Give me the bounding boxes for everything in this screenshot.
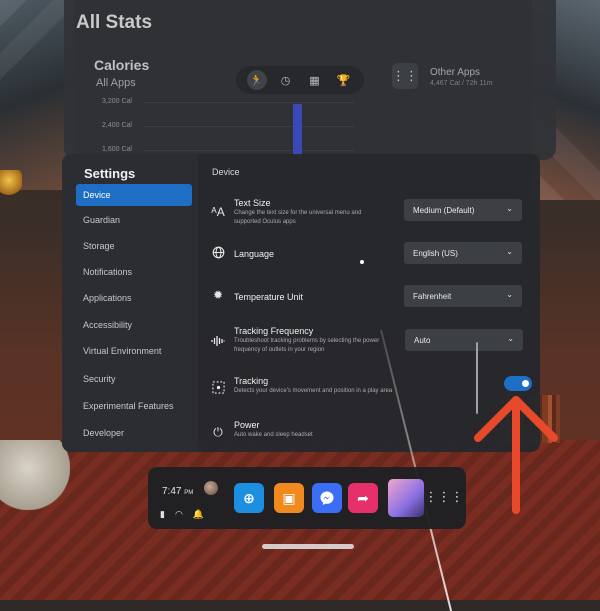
y-label: 1,600 Cal (102, 146, 132, 153)
shopping-bag-icon[interactable]: ▣ (274, 483, 304, 513)
other-apps-label[interactable]: Other Apps (430, 67, 480, 78)
language-label: Language (234, 249, 275, 259)
power-icon: ⏻ (213, 424, 223, 439)
app-grid-icon[interactable]: ⋮⋮⋮ (425, 489, 464, 505)
settings-title: Settings (84, 166, 136, 181)
avatar[interactable] (204, 481, 218, 495)
y-label: 3,200 Cal (102, 98, 132, 105)
other-apps-subtitle: 4,467 Cal / 72h 11m (430, 80, 493, 87)
calories-title: Calories (94, 57, 150, 73)
text-size-icon: ᴬA (211, 205, 225, 219)
background-cushion (0, 440, 70, 510)
power-description: Auto wake and sleep headset (234, 432, 313, 438)
clock-ampm: PM (184, 490, 194, 496)
power-label: Power (234, 420, 260, 430)
gridline (144, 150, 354, 151)
settings-sidebar: Settings Device Guardian Storage Notific… (62, 154, 198, 452)
settings-window: Settings Device Guardian Storage Notific… (62, 154, 540, 452)
text-size-dropdown[interactable]: Medium (Default) ⌄ (404, 199, 522, 221)
sidebar-item-guardian[interactable]: Guardian (76, 209, 192, 231)
text-size-description: Change the text size for the universal m… (234, 210, 362, 225)
calories-bar (293, 104, 302, 160)
chevron-down-icon: ⌄ (506, 290, 513, 299)
calories-subtitle: All Apps (96, 77, 136, 89)
sidebar-item-notifications[interactable]: Notifications (76, 261, 192, 283)
globe-icon (210, 244, 226, 260)
sidebar-item-developer[interactable]: Developer (76, 422, 192, 444)
tracking-frequency-value: Auto (414, 335, 431, 345)
sidebar-item-virtual-environment[interactable]: Virtual Environment (76, 340, 192, 362)
sun-icon: ✹ (212, 288, 224, 302)
temperature-label: Temperature Unit (234, 292, 304, 302)
notification-bell-icon[interactable]: 🔔 (193, 509, 204, 520)
y-label: 2,400 Cal (102, 122, 132, 129)
trophy-icon[interactable]: 🏆 (334, 70, 354, 90)
tracking-label: Tracking (234, 376, 269, 386)
messenger-icon[interactable] (312, 483, 342, 513)
temperature-dropdown[interactable]: Fahrenheit ⌄ (404, 285, 522, 307)
annotation-arrow-icon (474, 396, 558, 514)
text-size-value: Medium (Default) (413, 205, 475, 215)
text-size-label: Text Size (234, 198, 271, 208)
section-title: Device (212, 167, 240, 177)
sidebar-item-applications[interactable]: Applications (76, 287, 192, 309)
sidebar-item-device[interactable]: Device (76, 184, 192, 206)
tracking-frequency-dropdown[interactable]: Auto ⌄ (405, 329, 523, 351)
language-value: English (US) (413, 248, 458, 258)
running-person-icon[interactable]: 🏃 (246, 70, 267, 90)
universal-menu-taskbar: 7:47 PM ▮ ◠ 🔔 ⊕ ▣ ➦ ⋮⋮⋮ (148, 467, 466, 529)
tracking-icon (210, 379, 226, 395)
waveform-icon (210, 333, 226, 349)
status-icons: ▮ ◠ 🔔 (160, 509, 204, 520)
chevron-down-icon: ⌄ (507, 334, 514, 343)
stats-title: All Stats (76, 12, 153, 33)
temperature-value: Fahrenheit (413, 291, 452, 301)
clock-time: 7:47 (162, 486, 182, 497)
sidebar-item-accessibility[interactable]: Accessibility (76, 314, 192, 336)
battery-icon: ▮ (160, 509, 165, 519)
clock: 7:47 PM (162, 486, 193, 497)
wifi-icon: ◠ (174, 509, 183, 519)
background-lamp (0, 170, 22, 196)
calendar-icon[interactable]: ▦ (305, 70, 325, 90)
gridline (144, 126, 354, 127)
sidebar-item-storage[interactable]: Storage (76, 235, 192, 257)
recent-app-thumbnail[interactable] (388, 479, 424, 517)
stats-nav-pill: 🏃 ◷ ▦ 🏆 (236, 66, 364, 94)
app-grid-icon[interactable]: ⋮⋮ (392, 63, 418, 89)
stats-panel: All Stats Calories All Apps 3,200 Cal 2,… (64, 0, 556, 160)
home-bar[interactable] (262, 544, 354, 549)
tracking-frequency-description: Troubleshoot tracking problems by select… (234, 338, 380, 353)
gridline (144, 102, 354, 103)
tracking-frequency-label: Tracking Frequency (234, 326, 314, 336)
chevron-down-icon: ⌄ (506, 247, 513, 256)
language-dropdown[interactable]: English (US) ⌄ (404, 242, 522, 264)
share-icon[interactable]: ➦ (348, 483, 378, 513)
clock-icon[interactable]: ◷ (276, 70, 296, 90)
sidebar-item-experimental-features[interactable]: Experimental Features (76, 395, 192, 417)
chevron-down-icon: ⌄ (506, 204, 513, 213)
pointer-cursor (360, 260, 364, 264)
sidebar-item-security[interactable]: Security (76, 368, 192, 390)
store-icon[interactable]: ⊕ (234, 483, 264, 513)
